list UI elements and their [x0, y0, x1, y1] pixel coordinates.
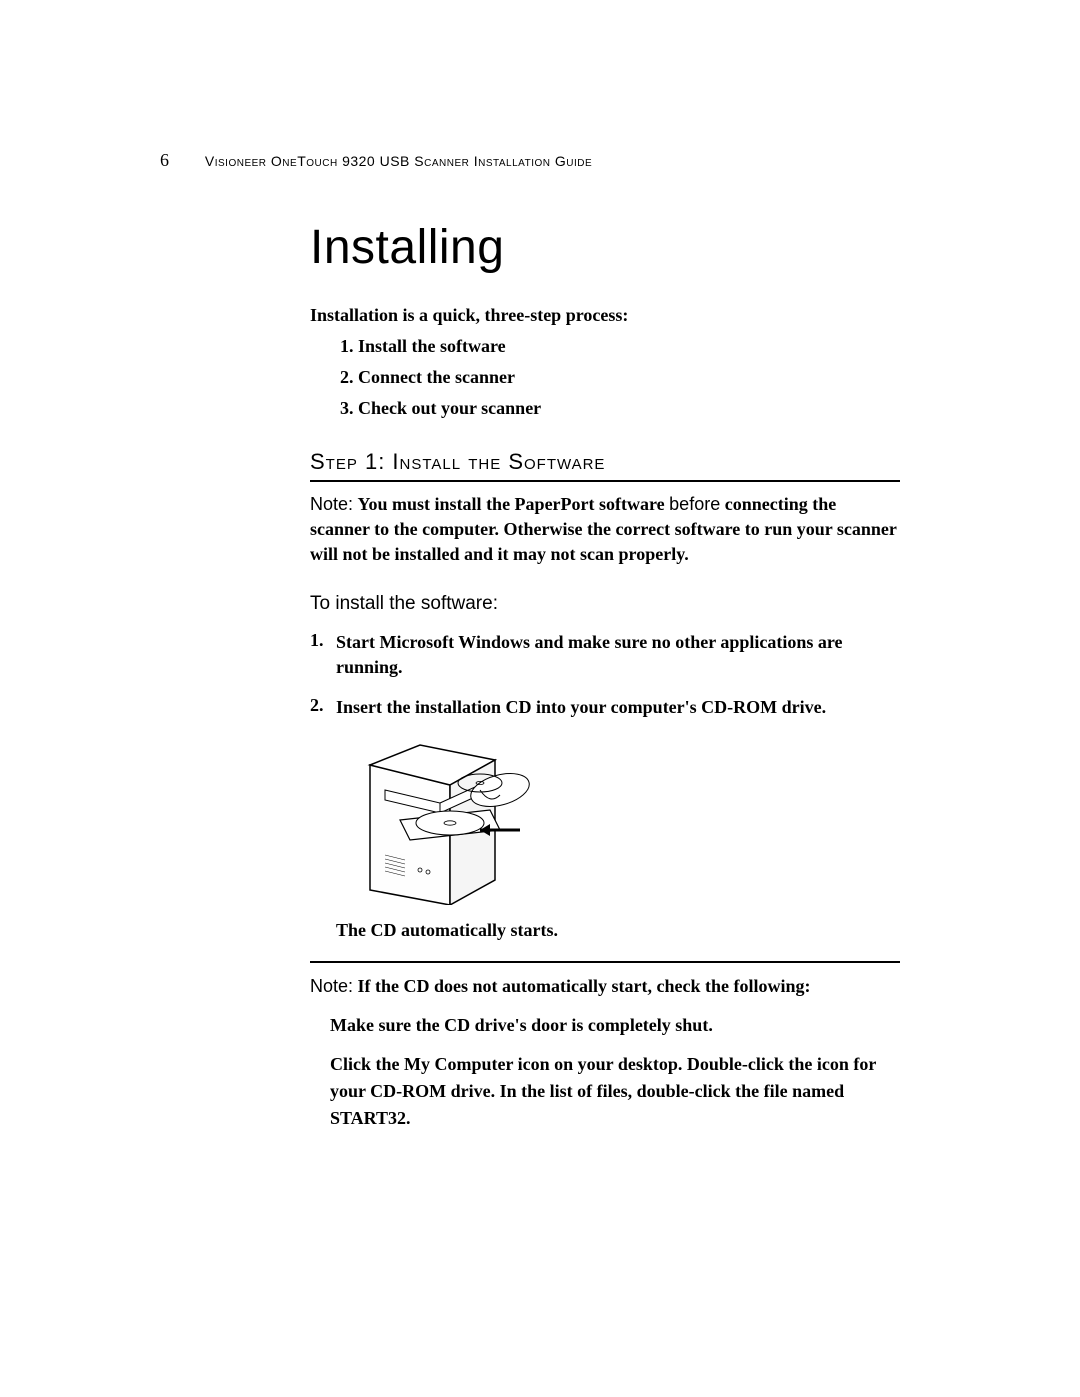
overview-step-2: 2. Connect the scanner [340, 367, 900, 388]
note-troubleshoot: Note: If the CD does not automatically s… [310, 973, 900, 1132]
step-2: 2. Insert the installation CD into your … [310, 695, 900, 720]
document-page: 6 Visioneer OneTouch 9320 USB Scanner In… [0, 0, 1080, 1397]
computer-cd-icon [350, 735, 550, 905]
illustration-insert-cd [350, 735, 550, 905]
note-rule [310, 961, 900, 963]
step-text: Insert the installation CD into your com… [336, 695, 826, 720]
content-block: Installing Installation is a quick, thre… [310, 220, 900, 1132]
running-title: Visioneer OneTouch 9320 USB Scanner Inst… [205, 153, 592, 169]
note-label: Note: [310, 494, 353, 514]
note-bullet-2: Click the My Computer icon on your deskt… [330, 1054, 876, 1128]
note-emphasis: before [669, 494, 720, 514]
subtask-heading: To install the software: [310, 593, 900, 615]
step-text: Start Microsoft Windows and make sure no… [336, 630, 900, 680]
overview-step-3: 3. Check out your scanner [340, 398, 900, 419]
step-number: 1. [310, 630, 336, 680]
running-header: 6 Visioneer OneTouch 9320 USB Scanner In… [160, 150, 900, 171]
note-body-a: You must install the PaperPort software [358, 494, 670, 514]
illustration-caption: The CD automatically starts. [336, 920, 900, 941]
overview-steps: 1. Install the software 2. Connect the s… [340, 336, 900, 419]
note-label: Note: [310, 976, 353, 996]
chapter-title: Installing [310, 220, 900, 275]
step-number: 2. [310, 695, 336, 720]
note-lead: If the CD does not automatically start, … [358, 976, 811, 996]
section-heading: Step 1: Install the Software [310, 449, 900, 475]
intro-line: Installation is a quick, three-step proc… [310, 305, 900, 326]
step-1: 1. Start Microsoft Windows and make sure… [310, 630, 900, 680]
note-before-connecting: Note: You must install the PaperPort sof… [310, 492, 900, 568]
note-bullet-1: Make sure the CD drive's door is complet… [330, 1015, 713, 1035]
overview-step-1: 1. Install the software [340, 336, 900, 357]
page-number: 6 [160, 150, 170, 170]
section-rule [310, 480, 900, 482]
